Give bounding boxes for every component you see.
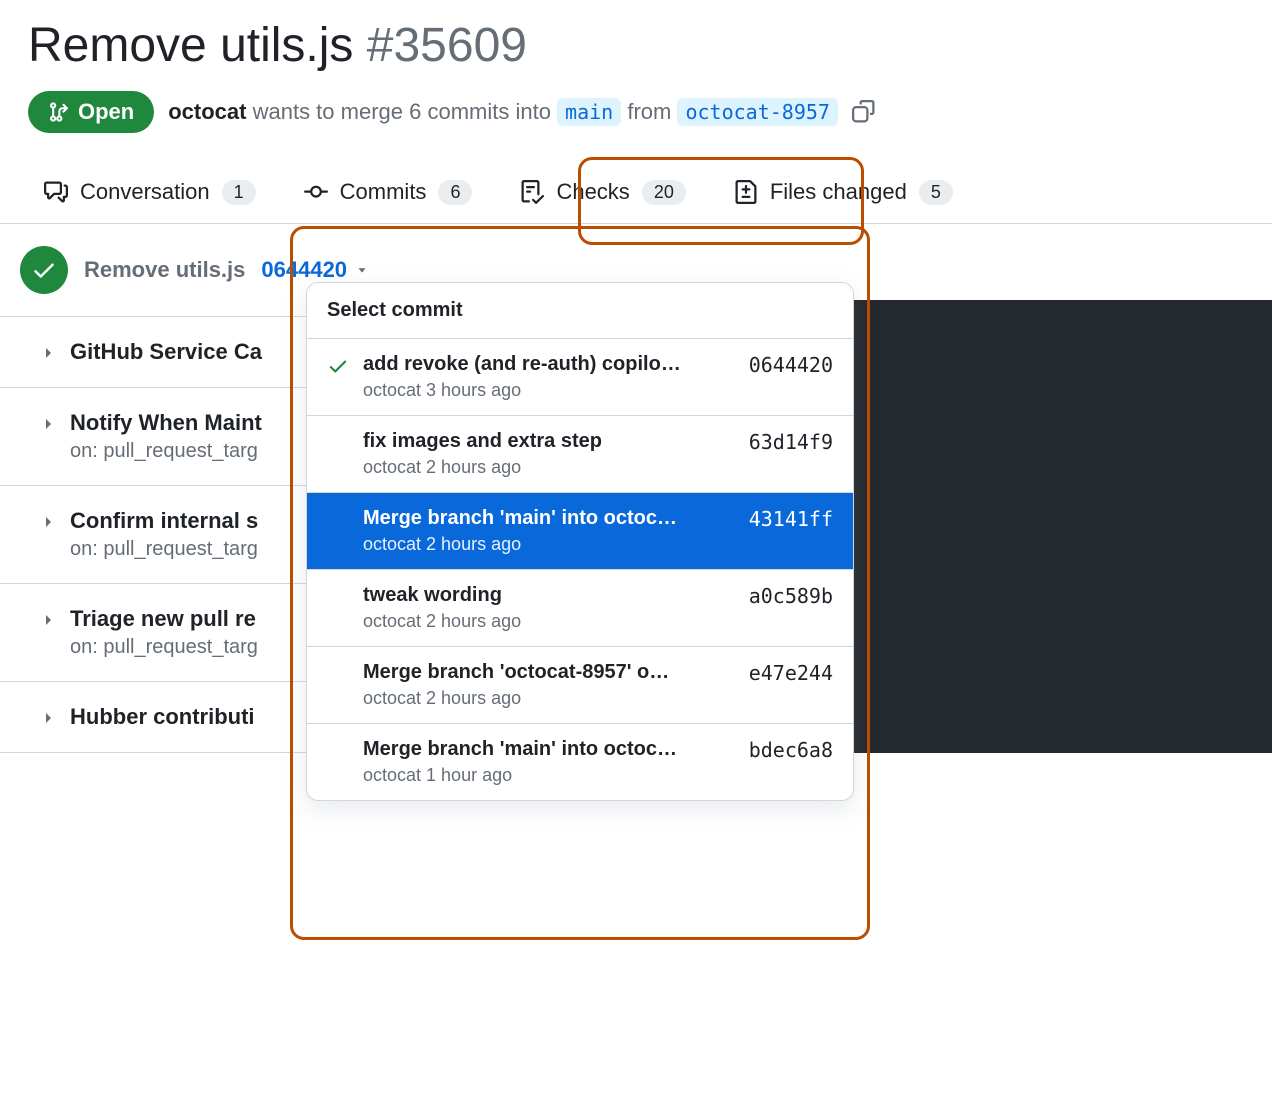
pr-title: Remove utils.js #35609 [28,18,527,73]
pr-author[interactable]: octocat [168,99,246,124]
checks-title: Remove utils.js [84,257,245,283]
commit-meta: octocat 2 hours ago [363,688,737,709]
tab-checks-count: 20 [642,180,686,205]
commit-title: Merge branch 'octocat-8957' o… [363,661,723,684]
tab-conversation-label: Conversation [80,179,210,205]
commit-sha: bdec6a8 [749,738,833,762]
merge-text-2: from [621,99,677,124]
tab-checks-label: Checks [556,179,629,205]
check-icon [31,257,57,283]
head-branch-chip[interactable]: octocat-8957 [677,98,838,126]
state-open-pill: Open [28,91,154,133]
pr-status-row: Open octocat wants to merge 6 commits in… [0,81,1272,163]
check-suite-subtitle: on: pull_request_targ [70,440,262,463]
checks-main: Remove utils.js 0644420 GitHub Service C… [0,224,1272,753]
commit-title: tweak wording [363,584,723,607]
tab-files-count: 5 [919,180,953,205]
commit-option[interactable]: add revoke (and re-auth) copilo… octocat… [307,339,853,416]
commit-sha: 63d14f9 [749,430,833,454]
chevron-right-icon [40,345,56,361]
commit-title: Merge branch 'main' into octoc… [363,507,723,530]
dropdown-header: Select commit [307,283,853,339]
check-suite-subtitle: on: pull_request_targ [70,636,258,659]
status-success-icon [20,246,68,294]
commit-sha: e47e244 [749,661,833,685]
triangle-down-icon [355,263,369,277]
tab-conversation-count: 1 [222,180,256,205]
file-diff-icon [734,180,758,204]
check-suite-subtitle: on: pull_request_targ [70,538,258,561]
checklist-icon [520,180,544,204]
chevron-right-icon [40,514,56,530]
check-icon [327,355,351,377]
commit-title: add revoke (and re-auth) copilo… [363,353,723,376]
commit-sha-dropdown-trigger[interactable]: 0644420 [261,257,369,283]
check-suite-title: Triage new pull re [70,606,258,632]
state-label: Open [78,99,134,125]
commit-option-selected[interactable]: Merge branch 'main' into octoc… octocat … [307,493,853,570]
commit-meta: octocat 2 hours ago [363,534,737,555]
select-commit-dropdown: Select commit add revoke (and re-auth) c… [306,282,854,801]
chevron-right-icon [40,710,56,726]
commit-option[interactable]: Merge branch 'octocat-8957' o… octocat 2… [307,647,853,724]
commit-meta: octocat 3 hours ago [363,380,737,401]
commit-meta: octocat 2 hours ago [363,611,737,632]
copy-icon[interactable] [852,100,876,124]
commit-sha: 43141ff [749,507,833,531]
base-branch-chip[interactable]: main [557,98,621,126]
commit-sha: a0c589b [749,584,833,608]
pr-title-text: Remove utils.js [28,19,353,72]
check-suite-title: Notify When Maint [70,410,262,436]
comment-discussion-icon [44,180,68,204]
git-commit-icon [304,180,328,204]
chevron-right-icon [40,416,56,432]
tab-checks[interactable]: Checks 20 [516,163,689,223]
tab-commits[interactable]: Commits 6 [300,163,477,223]
commit-title: fix images and extra step [363,430,723,453]
check-suite-title: GitHub Service Ca [70,339,262,365]
merge-description: octocat wants to merge 6 commits into ma… [168,99,838,125]
commit-meta: octocat 1 hour ago [363,765,737,786]
pr-tabs: Conversation 1 Commits 6 Checks 20 Files… [0,163,1272,224]
commit-option[interactable]: Merge branch 'main' into octoc… octocat … [307,724,853,800]
commit-sha: 0644420 [749,353,833,377]
check-suite-title: Hubber contributi [70,704,255,730]
commit-option[interactable]: tweak wording octocat 2 hours ago a0c589… [307,570,853,647]
tab-conversation[interactable]: Conversation 1 [40,163,260,223]
pr-number: #35609 [367,19,527,72]
tab-files[interactable]: Files changed 5 [730,163,957,223]
merge-text-1: wants to merge 6 commits into [246,99,557,124]
chevron-right-icon [40,612,56,628]
commit-sha: 0644420 [261,257,347,283]
commit-option[interactable]: fix images and extra step octocat 2 hour… [307,416,853,493]
commit-meta: octocat 2 hours ago [363,457,737,478]
commit-title: Merge branch 'main' into octoc… [363,738,723,761]
pr-title-row: Remove utils.js #35609 [0,0,1272,81]
tab-commits-count: 6 [438,180,472,205]
check-suite-title: Confirm internal s [70,508,258,534]
git-pull-request-icon [48,101,70,123]
tab-files-label: Files changed [770,179,907,205]
tab-commits-label: Commits [340,179,427,205]
